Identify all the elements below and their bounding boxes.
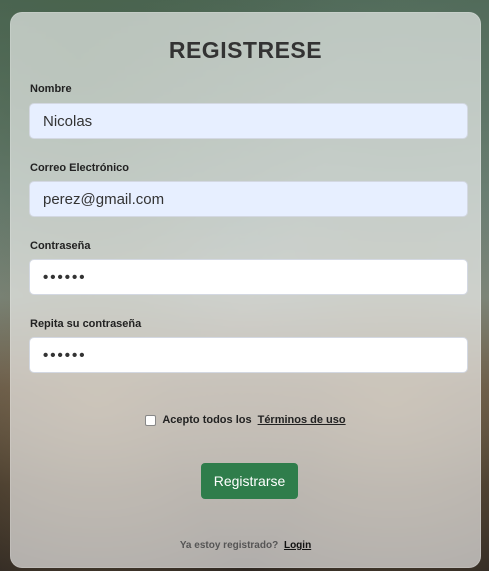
page-title: REGISTRESE	[168, 37, 323, 63]
terms-checkbox[interactable]	[145, 414, 157, 426]
login-link[interactable]: Login	[284, 540, 311, 551]
repita-input[interactable]	[29, 337, 468, 373]
contrasena-label: Contraseña	[30, 240, 91, 252]
footer: Ya estoy registrado? Login	[10, 540, 481, 551]
register-button[interactable]: Registrarse	[201, 463, 298, 499]
repita-label: Repita su contraseña	[30, 318, 142, 330]
terms-row: Acepto todos los Términos de uso	[10, 414, 481, 426]
correo-label: Correo Electrónico	[30, 162, 130, 174]
correo-input[interactable]	[29, 181, 468, 217]
footer-text: Ya estoy registrado?	[179, 540, 279, 551]
nombre-label: Nombre	[30, 83, 72, 95]
nombre-input[interactable]	[29, 103, 468, 139]
register-card: REGISTRESE Nombre Correo Electrónico Con…	[10, 12, 481, 568]
terms-link[interactable]: Términos de uso	[258, 414, 346, 426]
contrasena-input[interactable]	[29, 259, 468, 295]
terms-text: Acepto todos los	[162, 414, 252, 426]
